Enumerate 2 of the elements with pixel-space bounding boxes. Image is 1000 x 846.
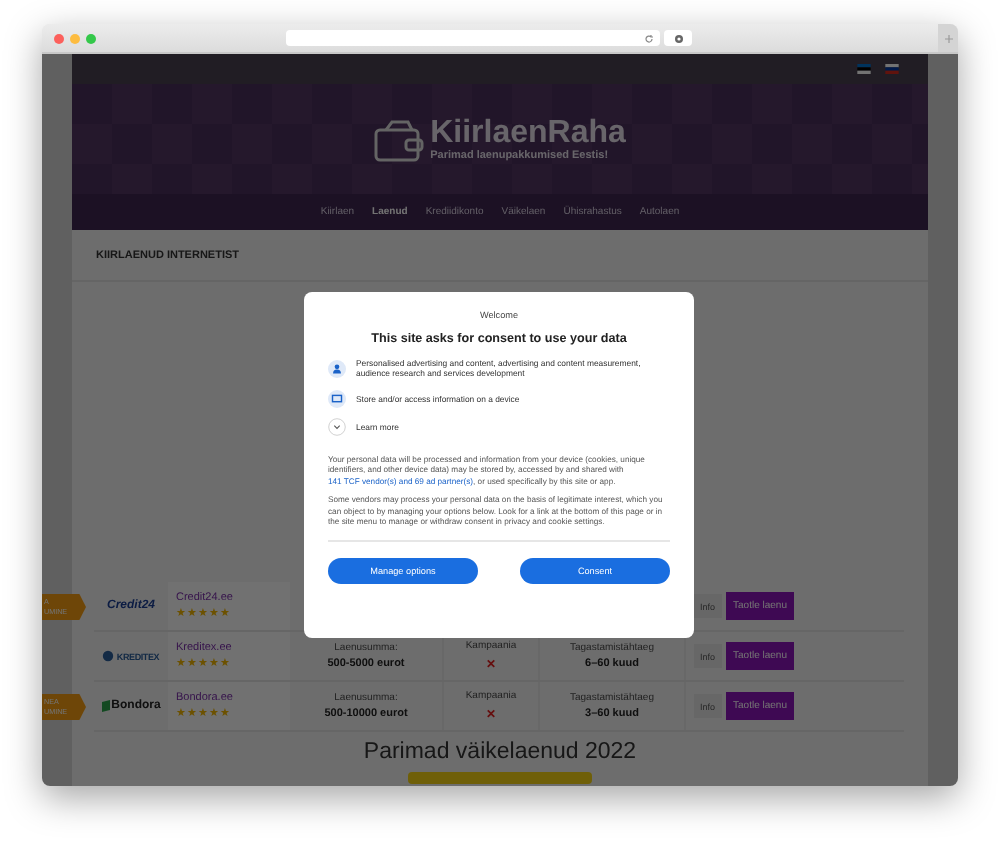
- site-logo-title[interactable]: KiirlaenRaha: [430, 116, 626, 150]
- section-heading: Parimad väikelaenud 2022: [363, 740, 637, 764]
